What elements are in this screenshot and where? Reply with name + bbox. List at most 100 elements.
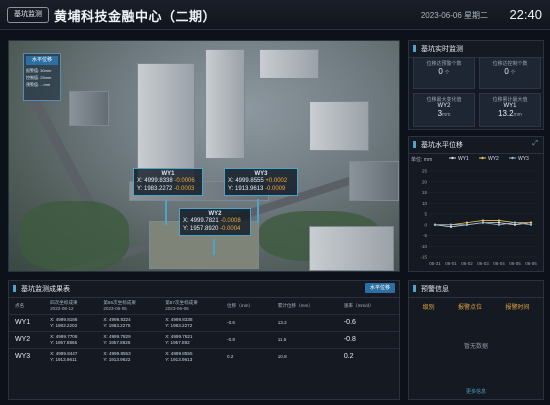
coord-y: Y: 1913.9622 — [103, 357, 131, 362]
coord-y: Y: 1983.2272 — [165, 323, 193, 328]
coordinate-cell: X: 4999.8338 Y: 1983.2272 — [163, 315, 225, 332]
point-name: WY1 — [15, 319, 31, 326]
data-point — [465, 223, 469, 226]
coord-y: Y: 1913.9613 — [165, 357, 193, 362]
building — [259, 49, 319, 79]
marker-wy3[interactable]: WY3 X: 4999.8555 +0.0002 Y: 1913.9613 -0… — [224, 168, 298, 196]
table-col-header: 速率（mm/d） — [343, 303, 374, 308]
coordinate-cell: X: 4999.7829 Y: 1957.8925 — [101, 332, 163, 349]
y-tick-label: -10 — [420, 244, 427, 249]
x-tick-label: 06-03 — [477, 261, 489, 266]
y-tick-label: -5 — [423, 233, 427, 238]
data-point — [513, 223, 517, 226]
x-tick-label: 06-01 — [445, 261, 457, 266]
marker-y: Y: 1983.2272 — [137, 186, 173, 192]
marker-wy2[interactable]: WY2 X: 4999.7821 -0.0008 Y: 1957.8920 -0… — [179, 208, 251, 236]
stat-unit: mm — [442, 112, 451, 118]
stat-control-count: 位移达控制个数 0 个 — [479, 57, 541, 89]
table-col-header: 第87次坐标成果 2023-06-06 — [165, 300, 198, 311]
legend-marker — [511, 156, 514, 160]
y-axis-label: 单位: mm — [411, 156, 432, 163]
y-tick-label: 5 — [424, 212, 427, 217]
marker-x-delta: -0.0008 — [220, 218, 241, 224]
stat-label: 位移达控制个数 — [492, 61, 528, 67]
page-title: 黄埔科技金融中心（二期） — [54, 9, 217, 24]
coord-y: Y: 1957.892 — [165, 340, 190, 345]
data-point — [497, 223, 501, 226]
results-table: 点名 四次坐标成果 2022-08-12 第86次坐标成果 2023-06-05 第8… — [9, 298, 399, 365]
building — [309, 226, 394, 271]
stat-unit: 个 — [444, 70, 450, 76]
cumulative-cell: 10.8 — [277, 354, 287, 359]
stat-warning-count: 位移达预警个数 0 个 — [413, 57, 475, 89]
legend-label: WY2 — [488, 156, 499, 162]
stat-unit: 个 — [510, 70, 516, 76]
header-time: 22:40 — [509, 7, 542, 22]
map-legend: 水平位移 报警值: 30mm 控制值: 25mm 预警值: ...mm — [23, 53, 61, 101]
data-point — [481, 219, 485, 222]
legend-marker — [481, 156, 484, 160]
legend-line: 预警值: ...mm — [26, 82, 51, 87]
site-aerial-view[interactable]: 水平位移 报警值: 30mm 控制值: 25mm 预警值: ...mm WY1 … — [8, 40, 400, 272]
legend-title: 水平位移 — [26, 56, 58, 65]
table-row[interactable]: WY3 X: 4999.8447 Y: 1913.9611 X: 4999.8553 Y… — [9, 348, 399, 366]
more-info-link[interactable]: 更多信息 — [409, 388, 543, 395]
legend-marker — [451, 156, 454, 160]
data-point — [529, 221, 533, 224]
data-point — [433, 223, 437, 226]
coord-y: Y: 1983.2202 — [50, 323, 78, 328]
coordinate-cell: X: 4999.8553 Y: 1913.9622 — [101, 349, 163, 366]
panel-title: 基坑监测成果表 — [9, 281, 399, 298]
point-name: WY3 — [15, 353, 31, 360]
table-row[interactable]: WY1 X: 4999.8186 Y: 1983.2202 X: 4999.8324 Y… — [9, 314, 399, 332]
marker-wy1[interactable]: WY1 X: 4999.8338 -0.0006 Y: 1983.2272 -0… — [133, 168, 203, 196]
header-bar: 基坑监测 黄埔科技金融中心（二期） 2023-06-06 星期二 22:40 — [0, 0, 550, 30]
displacement-chart-panel: 基坑水平位移 ⤢ 单位: mm 25 20 15 10 5 0 -5 -10 -15 05-31 06… — [408, 136, 544, 272]
module-badge[interactable]: 基坑监测 — [7, 7, 49, 23]
tower-1 — [137, 63, 195, 181]
y-tick-label: 10 — [422, 201, 428, 206]
stat-max-change: 位移最大变化值 WY2 3mm — [413, 93, 475, 127]
building — [349, 161, 399, 201]
y-tick-label: 20 — [422, 179, 428, 184]
stat-label: 位移最大变化值 — [426, 97, 462, 103]
stat-max-cumulative: 位移累计最大值 WY1 13.2mm — [479, 93, 541, 127]
x-tick-label: 06-06 — [525, 261, 537, 266]
x-tick-label: 06-02 — [461, 261, 473, 266]
cumulative-cell: 13.2 — [277, 320, 287, 325]
displacement-cell: 0.2 — [227, 354, 234, 359]
table-col-header: 四次坐标成果 2022-08-12 — [50, 300, 78, 311]
displacement-cell: -0.8 — [227, 337, 235, 342]
marker-x: X: 4999.7821 — [183, 218, 219, 224]
marker-y: Y: 1957.8920 — [183, 226, 219, 232]
displacement-cell: -0.6 — [227, 320, 235, 325]
tree-area — [19, 201, 129, 271]
legend-line: 控制值: 25mm — [26, 75, 52, 80]
data-point — [449, 223, 453, 226]
rate-cell: -0.6 — [343, 319, 356, 326]
empty-text: 暂无数据 — [463, 344, 488, 350]
table-row[interactable]: WY2 X: 4999.7706 Y: 1957.8865 X: 4999.7829 Y… — [9, 331, 399, 349]
tower-2 — [205, 49, 245, 159]
legend-line: 报警值: 30mm — [26, 68, 52, 73]
expand-icon[interactable]: ⤢ — [532, 140, 538, 148]
tab-horizontal-displacement[interactable]: 水平位移 — [365, 283, 395, 293]
x-tick-label: 05-31 — [429, 261, 441, 266]
warning-col-point: 报警点位 — [457, 305, 482, 311]
data-point — [513, 221, 517, 224]
x-tick-label: 06-04 — [493, 261, 505, 266]
marker-y-delta: -0.0004 — [220, 226, 241, 232]
stat-value: 13.2 — [498, 109, 514, 118]
data-point — [465, 221, 469, 224]
stat-label: 位移累计最大值 — [492, 97, 528, 103]
header-date: 2023-06-06 星期二 — [420, 11, 488, 20]
coordinate-cell: X: 4999.8186 Y: 1983.2202 — [48, 315, 101, 332]
panel-title: 基坑实时监测 — [409, 41, 543, 58]
table-col-header: 位移（mm） — [227, 303, 254, 308]
marker-pin — [165, 199, 167, 225]
stat-value: 0 — [504, 67, 509, 76]
data-point — [449, 225, 453, 228]
coordinate-cell: X: 4999.7706 Y: 1957.8865 — [48, 332, 101, 349]
rate-cell: -0.8 — [343, 336, 356, 343]
marker-pin — [257, 199, 259, 223]
